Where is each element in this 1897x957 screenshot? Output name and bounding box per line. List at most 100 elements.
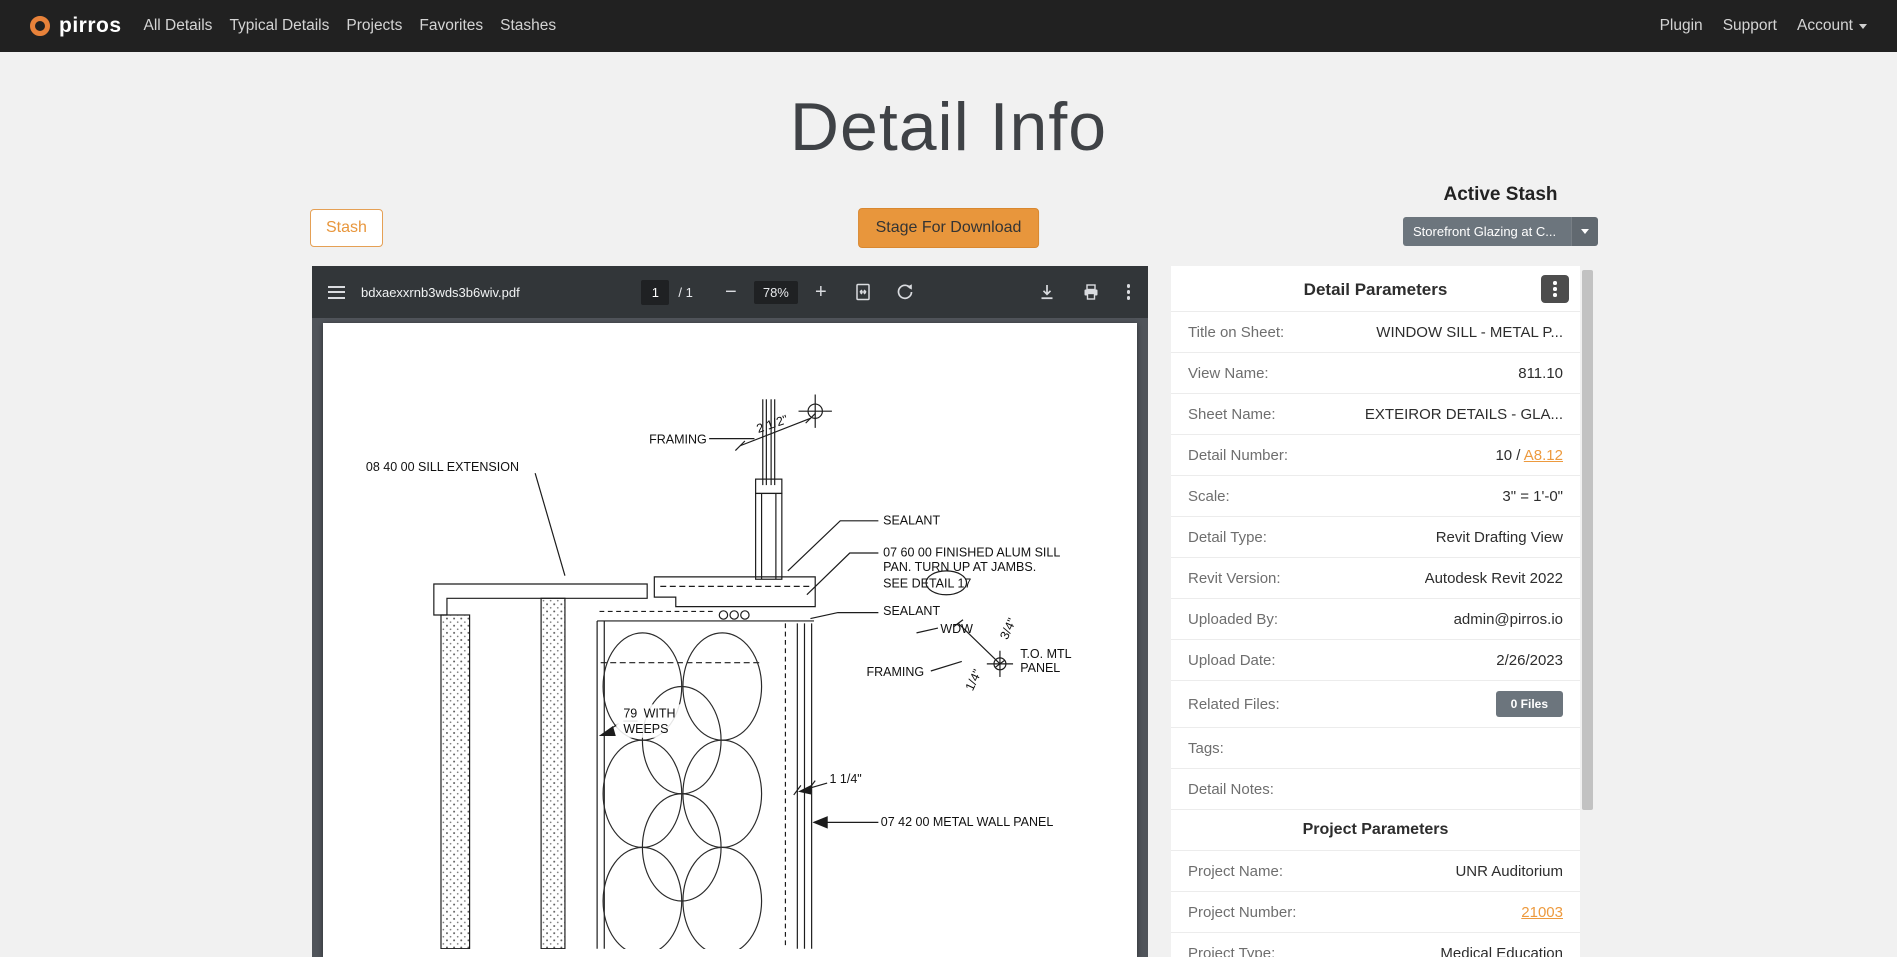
param-row-tags: Tags: <box>1171 727 1580 768</box>
nav-item-all-details[interactable]: All Details <box>144 17 213 35</box>
brand-name: pirros <box>59 14 122 37</box>
param-label: Tags: <box>1188 739 1224 757</box>
param-label: Detail Notes: <box>1188 780 1274 798</box>
panel-title: Detail Parameters <box>1303 280 1448 299</box>
drawing-label: FRAMING <box>866 665 924 679</box>
zoom-in-button[interactable]: + <box>811 282 831 302</box>
rotate-icon[interactable] <box>895 282 915 302</box>
param-label: Project Number: <box>1188 903 1297 921</box>
param-label: Related Files: <box>1188 695 1280 713</box>
param-value: 2/26/2023 <box>1496 651 1563 669</box>
pdf-toolbar: bdxaexxrnb3wds3b6wiv.pdf 1 / 1 − 78% + <box>312 266 1148 318</box>
param-row-detail-notes: Detail Notes: <box>1171 768 1580 809</box>
related-files-button[interactable]: 0 Files <box>1495 691 1563 717</box>
param-row-detail-number: Detail Number: 10 / A8.12 <box>1171 434 1580 475</box>
param-value: Autodesk Revit 2022 <box>1424 569 1563 587</box>
param-row-upload-date: Upload Date: 2/26/2023 <box>1171 639 1580 680</box>
active-stash-heading: Active Stash <box>1443 184 1558 205</box>
param-value: UNR Auditorium <box>1455 862 1563 880</box>
secondary-nav: Plugin Support Account <box>1660 17 1867 35</box>
param-row-detail-type: Detail Type: Revit Drafting View <box>1171 516 1580 557</box>
param-label: Scale: <box>1188 487 1230 505</box>
param-row-revit-version: Revit Version: Autodesk Revit 2022 <box>1171 557 1580 598</box>
nav-item-support[interactable]: Support <box>1723 17 1777 35</box>
drawing-label: 08 40 00 SILL EXTENSION <box>366 460 519 474</box>
param-row-related-files: Related Files: 0 Files <box>1171 680 1580 727</box>
param-value: EXTEIROR DETAILS - GLA... <box>1364 405 1563 423</box>
nav-item-stashes[interactable]: Stashes <box>500 17 556 35</box>
param-label: Title on Sheet: <box>1188 323 1285 341</box>
pdf-viewer: bdxaexxrnb3wds3b6wiv.pdf 1 / 1 − 78% + F… <box>312 266 1148 957</box>
drawing-label: PAN. TURN UP AT JAMBS. <box>883 560 1036 574</box>
main-nav: All Details Typical Details Projects Fav… <box>144 17 557 35</box>
active-stash-select[interactable]: Storefront Glazing at C... <box>1403 217 1598 246</box>
sheet-link[interactable]: A8.12 <box>1524 447 1563 464</box>
brand-logo[interactable]: pirros <box>30 14 122 38</box>
drawing-label: WDW <box>940 622 973 636</box>
param-row-uploaded-by: Uploaded By: admin@pirros.io <box>1171 598 1580 639</box>
nav-item-typical-details[interactable]: Typical Details <box>229 17 329 35</box>
page-count: / 1 <box>678 284 693 300</box>
param-row-view-name: View Name: 811.10 <box>1171 352 1580 393</box>
panel-menu-button[interactable] <box>1541 275 1569 303</box>
drawing-label: 79 <box>623 706 637 720</box>
pdf-canvas-area: FRAMING 2 1/2" 08 40 00 SILL EXTENSION S… <box>312 318 1148 957</box>
select-caret-area <box>1571 217 1598 246</box>
nav-item-plugin[interactable]: Plugin <box>1660 17 1703 35</box>
menu-icon[interactable] <box>328 285 345 299</box>
param-value: 3" = 1'-0" <box>1502 487 1563 505</box>
param-label: Project Name: <box>1188 862 1284 880</box>
param-row-title-on-sheet: Title on Sheet: WINDOW SILL - METAL P... <box>1171 311 1580 352</box>
zoom-out-button[interactable]: − <box>721 282 741 302</box>
pdf-page: FRAMING 2 1/2" 08 40 00 SILL EXTENSION S… <box>323 323 1137 957</box>
drawing-label: PANEL <box>1020 661 1060 675</box>
drawing-label: 1 1/4" <box>830 772 862 786</box>
project-number-link[interactable]: 21003 <box>1521 904 1563 921</box>
param-value: Revit Drafting View <box>1435 528 1563 546</box>
pirros-logo-icon <box>30 16 50 36</box>
param-label: Detail Type: <box>1188 528 1267 546</box>
param-label: Sheet Name: <box>1188 405 1276 423</box>
panel-scrollbar[interactable] <box>1580 266 1595 957</box>
param-label: Revit Version: <box>1188 569 1281 587</box>
drawing-label: 07 42 00 METAL WALL PANEL <box>881 815 1054 829</box>
chevron-down-icon <box>1859 23 1867 29</box>
drawing-label: SEE DETAIL 17 <box>883 577 971 591</box>
stash-button[interactable]: Stash <box>310 209 383 247</box>
param-label: Uploaded By: <box>1188 610 1279 628</box>
detail-drawing: FRAMING 2 1/2" 08 40 00 SILL EXTENSION S… <box>366 394 1072 949</box>
param-value: Medical Education <box>1440 944 1563 957</box>
stage-for-download-button[interactable]: Stage For Download <box>857 208 1040 248</box>
param-value: admin@pirros.io <box>1453 610 1563 628</box>
param-value: 811.10 <box>1518 364 1563 382</box>
pdf-filename: bdxaexxrnb3wds3b6wiv.pdf <box>361 284 520 300</box>
drawing-label: 2 1/2" <box>755 412 790 436</box>
zoom-level: 78% <box>753 280 798 304</box>
page-title: Detail Info <box>789 89 1108 165</box>
nav-item-favorites[interactable]: Favorites <box>419 17 483 35</box>
nav-item-projects[interactable]: Projects <box>346 17 402 35</box>
drawing-label: FRAMING <box>649 432 707 446</box>
nav-item-account[interactable]: Account <box>1797 17 1867 35</box>
drawing-label: T.O. MTL <box>1020 647 1071 661</box>
param-row-sheet-name: Sheet Name: EXTEIROR DETAILS - GLA... <box>1171 393 1580 434</box>
fit-page-icon[interactable] <box>853 282 873 302</box>
param-value: WINDOW SILL - METAL P... <box>1376 323 1563 341</box>
more-options-icon[interactable] <box>1125 282 1133 302</box>
drawing-label: 1/4" <box>963 667 985 693</box>
drawing-label: SEALANT <box>883 604 940 618</box>
detail-parameters-panel: Detail Parameters Title on Sheet: WINDOW… <box>1171 266 1595 957</box>
param-label: Detail Number: <box>1188 446 1289 464</box>
param-row-project-type: Project Type: Medical Education <box>1171 932 1580 957</box>
panel-header: Detail Parameters <box>1171 266 1580 311</box>
panel-scrollbar-thumb[interactable] <box>1582 270 1593 810</box>
download-icon[interactable] <box>1037 282 1057 302</box>
drawing-label: WITH <box>644 706 676 720</box>
chevron-down-icon <box>1581 229 1589 234</box>
print-icon[interactable] <box>1081 282 1101 302</box>
param-label: Project Type: <box>1188 944 1276 957</box>
page-number-input[interactable]: 1 <box>641 279 670 305</box>
param-row-project-name: Project Name: UNR Auditorium <box>1171 850 1580 891</box>
drawing-label: 07 60 00 FINISHED ALUM SILL <box>883 546 1060 560</box>
project-parameters-heading: Project Parameters <box>1171 809 1580 850</box>
